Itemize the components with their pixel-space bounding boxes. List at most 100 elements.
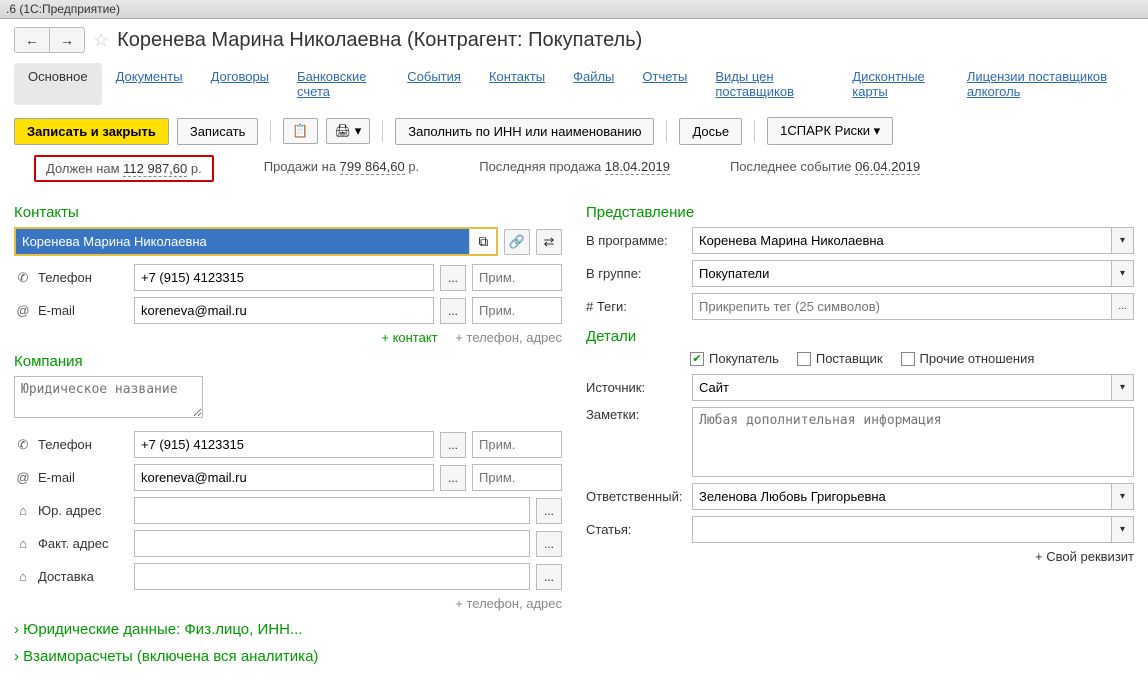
link-button[interactable]: 🔗 <box>504 229 530 255</box>
save-button[interactable]: Записать <box>177 118 259 145</box>
group-dropdown-button[interactable]: ▾ <box>1112 260 1134 287</box>
nav-back-button[interactable]: ← <box>15 28 49 52</box>
fact-address-more-button[interactable]: ... <box>536 531 562 557</box>
details-section-title: Детали <box>586 328 1134 345</box>
tab-discount-cards[interactable]: Дисконтные карты <box>838 63 953 105</box>
phone-more-button[interactable]: ... <box>440 265 466 291</box>
copy-button[interactable]: 📋 <box>283 118 317 144</box>
home-icon: ⌂ <box>14 503 32 518</box>
responsible-input[interactable] <box>692 483 1112 510</box>
expand-name-button[interactable]: ⧉ <box>469 229 496 254</box>
presentation-section-title: Представление <box>586 204 1134 221</box>
legal-data-expand[interactable]: Юридические данные: Физ.лицо, ИНН... <box>14 621 562 638</box>
favorite-star-icon[interactable]: ☆ <box>93 30 109 51</box>
legal-address-more-button[interactable]: ... <box>536 498 562 524</box>
phone-label: Телефон <box>38 270 128 285</box>
legal-address-input[interactable] <box>134 497 530 524</box>
summary-debt: Должен нам 112 987,60 р. <box>34 155 214 182</box>
add-phone-address-link-2[interactable]: + телефон, адрес <box>455 596 562 611</box>
summary-sales: Продажи на 799 864,60 р. <box>254 155 429 182</box>
summary-last-event: Последнее событие 06.04.2019 <box>720 155 930 182</box>
delivery-address-more-button[interactable]: ... <box>536 564 562 590</box>
responsible-dropdown-button[interactable]: ▾ <box>1112 483 1134 510</box>
fact-address-label: Факт. адрес <box>38 536 128 551</box>
nav-forward-button[interactable]: → <box>49 28 84 52</box>
window-titlebar: .6 (1С:Предприятие) <box>0 0 1148 19</box>
page-title: Коренева Марина Николаевна (Контрагент: … <box>117 29 642 52</box>
swap-button[interactable]: ⇄ <box>536 229 562 255</box>
add-phone-address-link[interactable]: + телефон, адрес <box>455 330 562 345</box>
tab-bar: Основное Документы Договоры Банковские с… <box>14 63 1134 105</box>
company-name-input[interactable] <box>14 376 203 418</box>
company-email-note-input[interactable] <box>472 464 562 491</box>
tab-contacts[interactable]: Контакты <box>475 63 559 105</box>
email-note-input[interactable] <box>472 297 562 324</box>
last-sale-date[interactable]: 18.04.2019 <box>605 159 670 175</box>
email-input[interactable] <box>134 297 434 324</box>
other-checkbox[interactable] <box>901 352 915 366</box>
program-input[interactable] <box>692 227 1112 254</box>
tab-contracts[interactable]: Договоры <box>197 63 283 105</box>
article-input[interactable] <box>692 516 1112 543</box>
toolbar-divider <box>754 120 755 142</box>
tags-input[interactable] <box>692 293 1112 320</box>
group-label: В группе: <box>586 266 686 281</box>
phone-note-input[interactable] <box>472 264 562 291</box>
print-button[interactable]: 🖨 ▾ <box>326 118 371 144</box>
tab-licenses[interactable]: Лицензии поставщиков алкоголь <box>953 63 1134 105</box>
tags-more-button[interactable]: ... <box>1112 293 1134 320</box>
legal-address-label: Юр. адрес <box>38 503 128 518</box>
settlements-expand[interactable]: Взаиморасчеты (включена вся аналитика) <box>14 648 562 665</box>
buyer-checkbox-item[interactable]: ✔ Покупатель <box>690 351 779 366</box>
company-phone-label: Телефон <box>38 437 128 452</box>
company-email-input[interactable] <box>134 464 434 491</box>
company-phone-input[interactable] <box>134 431 434 458</box>
company-phone-more-button[interactable]: ... <box>440 432 466 458</box>
spark-button[interactable]: 1СПАРК Риски ▾ <box>767 117 893 145</box>
mail-icon: @ <box>14 470 32 485</box>
nav-buttons: ← → <box>14 27 85 53</box>
add-contact-link[interactable]: + контакт <box>381 330 437 345</box>
buyer-checkbox[interactable]: ✔ <box>690 352 704 366</box>
tab-reports[interactable]: Отчеты <box>628 63 701 105</box>
phone-input[interactable] <box>134 264 434 291</box>
contact-name-input[interactable] <box>16 229 469 254</box>
supplier-checkbox-item[interactable]: Поставщик <box>797 351 883 366</box>
debt-value[interactable]: 112 987,60 <box>123 161 187 177</box>
delivery-address-label: Доставка <box>38 569 128 584</box>
tags-label: # Теги: <box>586 299 686 314</box>
article-label: Статья: <box>586 522 686 537</box>
tab-documents[interactable]: Документы <box>102 63 197 105</box>
delivery-address-input[interactable] <box>134 563 530 590</box>
article-dropdown-button[interactable]: ▾ <box>1112 516 1134 543</box>
tab-events[interactable]: События <box>393 63 475 105</box>
source-label: Источник: <box>586 380 686 395</box>
fact-address-input[interactable] <box>134 530 530 557</box>
dossier-button[interactable]: Досье <box>679 118 742 145</box>
home-icon: ⌂ <box>14 569 32 584</box>
fill-inn-button[interactable]: Заполнить по ИНН или наименованию <box>395 118 654 145</box>
mail-icon: @ <box>14 303 32 318</box>
source-dropdown-button[interactable]: ▾ <box>1112 374 1134 401</box>
notes-textarea[interactable] <box>692 407 1134 477</box>
toolbar-divider <box>666 120 667 142</box>
tab-main[interactable]: Основное <box>14 63 102 105</box>
program-dropdown-button[interactable]: ▾ <box>1112 227 1134 254</box>
tab-bank-accounts[interactable]: Банковские счета <box>283 63 393 105</box>
group-input[interactable] <box>692 260 1112 287</box>
other-checkbox-item[interactable]: Прочие отношения <box>901 351 1035 366</box>
email-label: E-mail <box>38 303 128 318</box>
source-input[interactable] <box>692 374 1112 401</box>
company-phone-note-input[interactable] <box>472 431 562 458</box>
company-email-more-button[interactable]: ... <box>440 465 466 491</box>
tab-price-types[interactable]: Виды цен поставщиков <box>701 63 838 105</box>
save-close-button[interactable]: Записать и закрыть <box>14 118 169 145</box>
supplier-checkbox[interactable] <box>797 352 811 366</box>
toolbar-divider <box>270 120 271 142</box>
sales-value[interactable]: 799 864,60 <box>340 159 405 175</box>
add-requisite-link[interactable]: + Свой реквизит <box>586 549 1134 564</box>
email-more-button[interactable]: ... <box>440 298 466 324</box>
tab-files[interactable]: Файлы <box>559 63 628 105</box>
last-event-date[interactable]: 06.04.2019 <box>855 159 920 175</box>
phone-icon: ✆ <box>14 437 32 453</box>
